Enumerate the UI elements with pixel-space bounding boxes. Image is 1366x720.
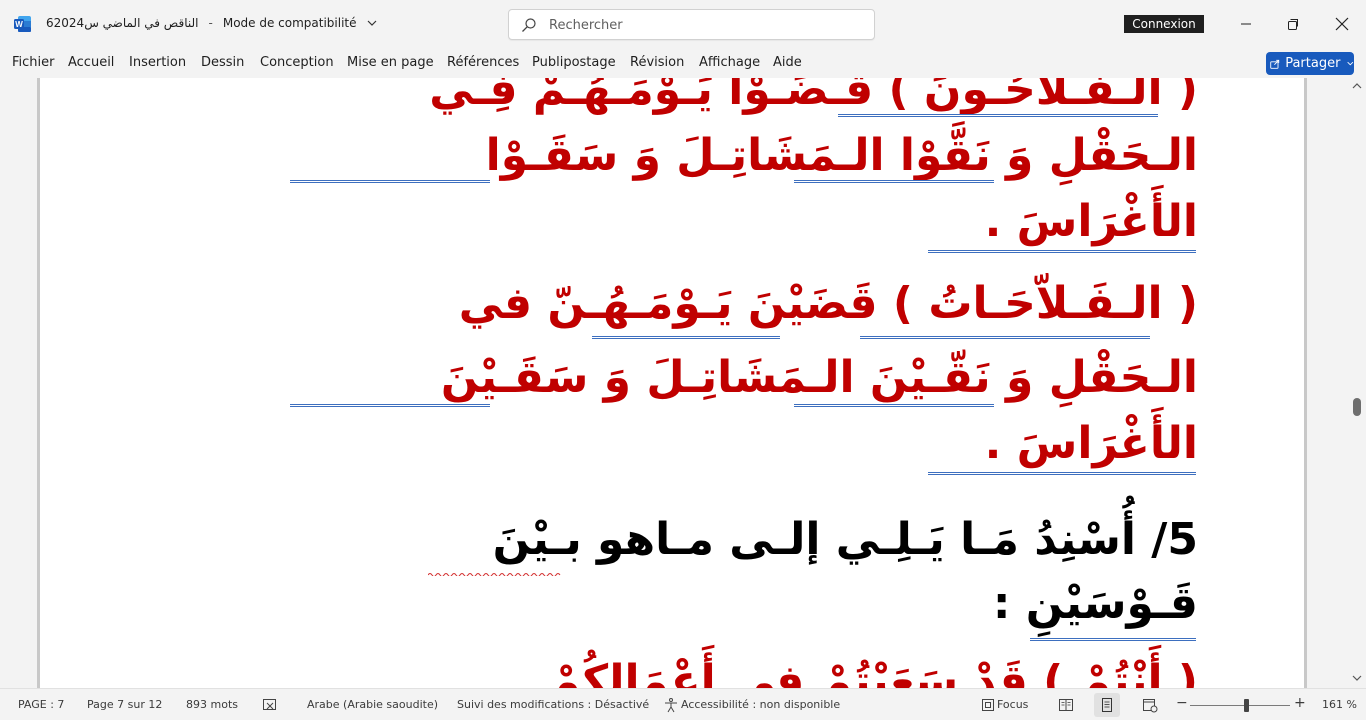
word-app-icon[interactable]: W (14, 15, 32, 33)
restore-icon[interactable] (1283, 14, 1303, 34)
share-label: Partager (1285, 56, 1341, 71)
search-icon (522, 18, 536, 32)
title-bar: W الناقص في الماضي س62024 - Mode de comp… (0, 0, 1366, 48)
signin-button[interactable]: Connexion (1124, 15, 1204, 33)
focus-icon[interactable] (980, 697, 996, 713)
language-indicator[interactable]: Arabe (Arabie saoudite) (307, 698, 438, 711)
share-button[interactable]: Partager (1266, 52, 1354, 75)
accessibility-icon[interactable] (663, 697, 679, 713)
page-indicator[interactable]: PAGE : 7 (18, 698, 64, 711)
scroll-down-arrow-icon[interactable] (1352, 674, 1362, 682)
vertical-scrollbar[interactable] (1348, 78, 1366, 688)
exercise-heading[interactable]: 5/ أُسْنِدُ مَـا يَـلِـي إلـى مـاهو بـيْ… (493, 514, 1198, 565)
track-changes-status[interactable]: Suivi des modifications : Désactivé (457, 698, 649, 711)
zoom-slider-track[interactable] (1190, 705, 1290, 706)
scroll-up-arrow-icon[interactable] (1352, 82, 1362, 90)
underline-mark (794, 404, 994, 407)
status-bar: PAGE : 7 Page 7 sur 12 893 mots Arabe (A… (0, 688, 1366, 720)
document-page[interactable]: ( الـفـلاّحُـونَ ) قَـضَـوْا يَـوْمَـهُـ… (37, 78, 1307, 688)
svg-text:W: W (15, 20, 23, 29)
web-layout-icon[interactable] (1142, 697, 1158, 713)
paragraph-line[interactable]: ( الـفـلاّحُـونَ ) قَـضَـوْا يَـوْمَـهُـ… (429, 78, 1198, 115)
search-input[interactable] (549, 15, 849, 35)
paragraph-line[interactable]: الأَغْرَاسَ . (985, 418, 1198, 469)
text-body[interactable]: ( الـفـلاّحُـونَ ) قَـضَـوْا يَـوْمَـهُـ… (280, 78, 1198, 688)
paragraph-line[interactable]: الـحَقْلِ وَ نَقَّوْا الـمَشَاتِـلَ وَ س… (486, 130, 1198, 181)
tab-publipostage[interactable]: Publipostage (532, 55, 616, 70)
accessibility-status[interactable]: Accessibilité : non disponible (681, 698, 840, 711)
tab-revision[interactable]: Révision (630, 55, 684, 70)
exercise-heading[interactable]: قَـوْسَيْنِ : (993, 578, 1198, 629)
print-layout-button[interactable] (1094, 693, 1120, 717)
tab-conception[interactable]: Conception (260, 55, 334, 70)
underline-mark (928, 472, 1196, 475)
title-separator: - (208, 16, 213, 30)
word-count[interactable]: 893 mots (186, 698, 238, 711)
share-icon (1270, 59, 1280, 69)
document-area[interactable]: ( الـفـلاّحُـونَ ) قَـضَـوْا يَـوْمَـهُـ… (0, 78, 1366, 688)
tab-insertion[interactable]: Insertion (129, 55, 186, 70)
paragraph-line[interactable]: الأَغْرَاسَ . (985, 196, 1198, 247)
ribbon-tabs: Fichier Accueil Insertion Dessin Concept… (0, 48, 1366, 78)
zoom-slider-thumb[interactable] (1244, 699, 1249, 712)
zoom-level[interactable]: 161 % (1322, 698, 1357, 711)
underline-mark (794, 180, 994, 183)
spelling-squiggle (428, 573, 561, 576)
paragraph-line[interactable]: ( أَنْتُمْ ) قَدْ سَعَيْتُمْ في أَعْمَال… (548, 656, 1198, 688)
paragraph-line[interactable]: ( الـفَـلاّحَـاتُ ) قَضَيْنَ يَـوْمَـهُـ… (459, 278, 1198, 329)
tab-references[interactable]: Références (447, 55, 519, 70)
tab-fichier[interactable]: Fichier (12, 55, 55, 70)
print-layout-icon (1102, 698, 1112, 712)
tab-mise-en-page[interactable]: Mise en page (347, 55, 434, 70)
underline-mark (928, 250, 1196, 253)
chevron-down-icon[interactable] (367, 18, 377, 28)
close-icon[interactable] (1332, 14, 1352, 34)
underline-mark (290, 180, 490, 183)
proofing-icon[interactable] (262, 697, 278, 713)
underline-mark (838, 114, 1158, 117)
tab-aide[interactable]: Aide (773, 55, 802, 70)
underline-mark (860, 336, 1150, 339)
tab-dessin[interactable]: Dessin (201, 55, 244, 70)
minimize-icon[interactable] (1236, 14, 1256, 34)
paragraph-line[interactable]: الـحَقْلِ وَ نَقّـيْنَ الـمَشَاتِـلَ وَ … (441, 352, 1198, 403)
underline-mark (592, 336, 780, 339)
scroll-thumb[interactable] (1353, 398, 1361, 416)
read-mode-icon[interactable] (1058, 697, 1074, 713)
document-title[interactable]: الناقص في الماضي س62024 - Mode de compat… (46, 16, 377, 30)
underline-mark (1030, 638, 1196, 641)
page-count[interactable]: Page 7 sur 12 (87, 698, 162, 711)
tab-affichage[interactable]: Affichage (699, 55, 760, 70)
search-box[interactable] (508, 9, 875, 40)
document-name: الناقص في الماضي س62024 (46, 16, 199, 30)
zoom-out-button[interactable]: − (1176, 695, 1188, 711)
underline-mark (290, 404, 490, 407)
tab-accueil[interactable]: Accueil (68, 55, 114, 70)
zoom-in-button[interactable]: + (1294, 695, 1306, 711)
compatibility-mode-label: Mode de compatibilité (222, 16, 357, 30)
focus-mode-label[interactable]: Focus (997, 698, 1028, 711)
chevron-down-icon[interactable] (1347, 59, 1354, 68)
